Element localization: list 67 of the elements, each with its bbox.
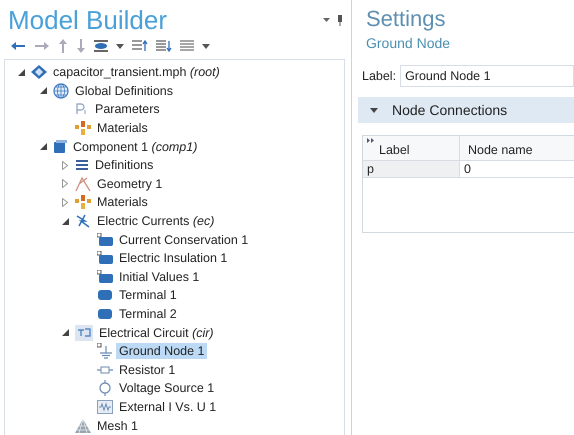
- tree-item[interactable]: Voltage Source 1: [116, 380, 218, 396]
- list-icon[interactable]: [180, 40, 194, 52]
- domain-icon: [97, 270, 113, 284]
- pin-icon[interactable]: [323, 14, 345, 26]
- tree-item[interactable]: Geometry 1: [94, 176, 166, 192]
- tree-item[interactable]: Current Conservation 1: [116, 232, 252, 248]
- component-icon: [53, 140, 67, 154]
- tree-item[interactable]: Materials: [94, 194, 151, 210]
- expanded-triangle-icon[interactable]: [62, 329, 68, 336]
- domain-icon: [97, 251, 113, 266]
- table-cell: p: [363, 161, 460, 177]
- materials-icon: [75, 121, 91, 136]
- view-icon[interactable]: [94, 40, 108, 52]
- materials-icon: [75, 195, 91, 210]
- globe-icon: [53, 82, 69, 99]
- domain-icon: [97, 232, 113, 247]
- collapsed-triangle-icon[interactable]: [62, 198, 68, 207]
- tree-item[interactable]: Ground Node 1: [116, 343, 208, 360]
- tree-item[interactable]: Electric Currents (ec): [94, 213, 218, 230]
- waveform-icon: [97, 400, 113, 414]
- tree-item[interactable]: Resistor 1: [116, 362, 178, 378]
- tree-item[interactable]: Global Definitions: [72, 82, 176, 99]
- column-header: Node name: [468, 143, 533, 157]
- expanded-caret-icon[interactable]: [370, 108, 378, 112]
- column-header: Label: [378, 143, 410, 157]
- expanded-triangle-icon[interactable]: [40, 87, 46, 94]
- tree-item[interactable]: Terminal 1: [116, 287, 180, 304]
- collapsed-triangle-icon[interactable]: [62, 179, 68, 188]
- geometry-icon: [75, 176, 91, 192]
- tree-item[interactable]: Electrical Circuit (cir): [96, 324, 217, 341]
- lightning-icon: [75, 214, 91, 228]
- tree-item[interactable]: capacitor_transient.mph (root): [50, 64, 223, 80]
- collapsed-triangle-icon[interactable]: [62, 160, 68, 170]
- tree-item[interactable]: Mesh 1: [94, 418, 141, 434]
- collapse-list-icon[interactable]: [132, 40, 148, 52]
- ground-icon: [97, 343, 113, 360]
- expanded-triangle-icon[interactable]: [62, 218, 68, 225]
- expand-list-icon[interactable]: [156, 40, 172, 52]
- panel-title: Model Builder: [8, 4, 167, 36]
- tree-item[interactable]: Initial Values 1: [116, 268, 202, 285]
- caret-icon[interactable]: [116, 44, 124, 48]
- panel-title: Settings: [366, 6, 446, 32]
- terminal-icon: [97, 289, 113, 302]
- expanded-triangle-icon[interactable]: [40, 143, 46, 150]
- label-caption: Label:: [362, 69, 396, 83]
- expanded-triangle-icon[interactable]: [18, 68, 24, 76]
- terminal-icon: [97, 308, 113, 320]
- tree-item[interactable]: Materials: [94, 120, 151, 136]
- label-field[interactable]: Ground Node 1: [400, 65, 574, 87]
- back-arrow-icon[interactable]: [10, 41, 26, 51]
- circuit-icon: [75, 324, 93, 341]
- section-header[interactable]: Node Connections: [358, 97, 574, 123]
- expand-columns-icon[interactable]: [367, 138, 375, 143]
- mesh-icon: [75, 418, 91, 433]
- tree-item[interactable]: Electric Insulation 1: [116, 250, 230, 266]
- caret-icon[interactable]: [202, 44, 210, 48]
- tree-item[interactable]: Definitions: [92, 157, 156, 174]
- tree-item[interactable]: External I Vs. U 1: [116, 398, 220, 415]
- node-type-title: Ground Node: [366, 35, 452, 51]
- list-icon: [75, 159, 89, 172]
- tree-item[interactable]: Terminal 2: [116, 306, 180, 322]
- voltage-source-icon: [97, 380, 113, 396]
- tree-item[interactable]: Component 1 (comp1): [70, 138, 200, 155]
- table-cell-text: 0: [463, 161, 472, 177]
- cube-icon: [31, 65, 47, 80]
- tree-item[interactable]: Parameters: [92, 101, 163, 118]
- resistor-icon: [97, 364, 113, 375]
